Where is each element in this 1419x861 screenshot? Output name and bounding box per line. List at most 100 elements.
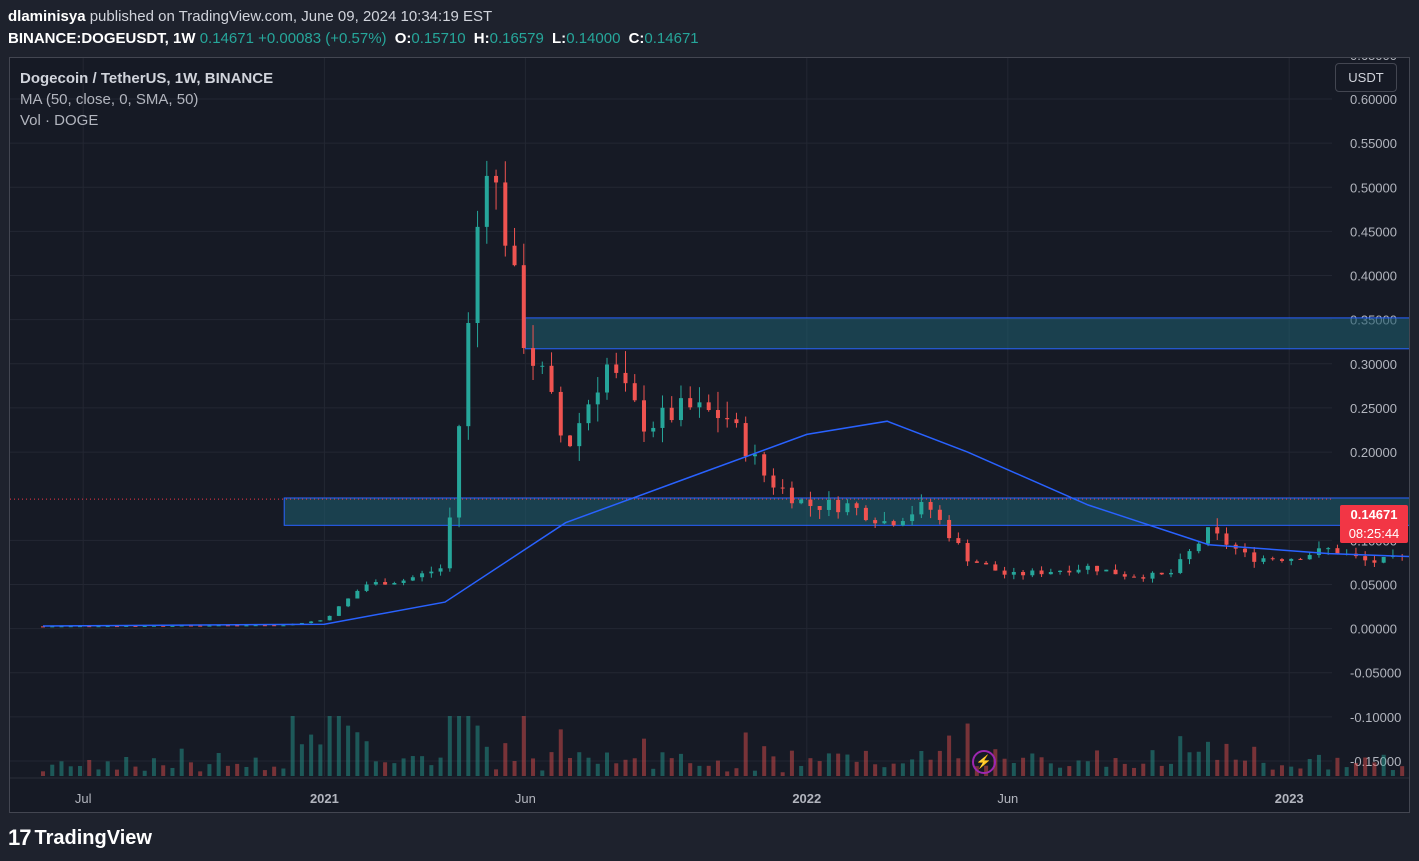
- volume-bar: [947, 735, 952, 776]
- volume-bar: [216, 753, 221, 776]
- candle-body: [595, 392, 600, 405]
- candle-body: [1169, 572, 1174, 575]
- volume-bar: [937, 750, 942, 776]
- candle-body: [725, 418, 730, 420]
- volume-bar: [1178, 736, 1183, 776]
- candle-body: [1141, 577, 1146, 579]
- candle-body: [558, 391, 563, 436]
- volume-bar: [900, 763, 905, 776]
- volume-bar: [780, 772, 785, 776]
- currency-button[interactable]: USDT: [1335, 63, 1397, 92]
- price-change: +0.00083 (+0.57%): [258, 30, 387, 47]
- volume-bar: [77, 765, 82, 776]
- volume-bar: [447, 716, 452, 776]
- volume-bar: [725, 771, 730, 776]
- price-chart[interactable]: 0.650000.600000.550000.500000.450000.400…: [10, 58, 1410, 813]
- legend-ma[interactable]: MA (50, close, 0, SMA, 50): [20, 89, 273, 110]
- publish-info: dlaminisya published on TradingView.com,…: [8, 8, 492, 25]
- volume-bar: [1400, 766, 1405, 776]
- candle-body: [1178, 559, 1183, 573]
- volume-bar: [438, 757, 443, 776]
- candle-body: [836, 499, 841, 513]
- volume-bar: [1169, 763, 1174, 776]
- lightning-icon[interactable]: ⚡: [972, 750, 996, 774]
- candle-body: [318, 620, 323, 622]
- candle-body: [780, 487, 785, 489]
- volume-bar: [1030, 753, 1035, 776]
- candle-body: [1298, 558, 1303, 560]
- volume-bar: [762, 746, 767, 776]
- y-tick-label: 0.00000: [1350, 622, 1397, 637]
- candle-body: [1113, 569, 1118, 575]
- volume-bar: [1011, 763, 1016, 776]
- volume-bar: [771, 756, 776, 776]
- legend-volume[interactable]: Vol · DOGE: [20, 110, 273, 131]
- volume-bar: [586, 757, 591, 776]
- volume-bar: [373, 761, 378, 776]
- candle-body: [531, 348, 536, 366]
- y-tick-label: -0.05000: [1350, 666, 1401, 681]
- volume-bar: [1344, 767, 1349, 776]
- y-tick-label: -0.10000: [1350, 710, 1401, 725]
- y-tick-label: 0.60000: [1350, 92, 1397, 107]
- volume-bar: [494, 769, 499, 776]
- volume-bar: [475, 725, 480, 776]
- x-tick-label: Jun: [515, 791, 536, 806]
- volume-bar: [1048, 763, 1053, 776]
- last-price: 0.14671: [199, 30, 254, 47]
- volume-bar: [623, 759, 628, 776]
- candle-body: [364, 584, 369, 591]
- chart-pane[interactable]: 0.650000.600000.550000.500000.450000.400…: [9, 57, 1410, 813]
- zone-resistance: [524, 317, 1409, 350]
- volume-bar: [151, 758, 156, 776]
- candle-body: [1095, 565, 1100, 572]
- candle-body: [641, 400, 646, 432]
- volume-bar: [1390, 770, 1395, 776]
- volume-bar: [1363, 757, 1368, 776]
- candle-body: [910, 514, 915, 522]
- volume-bar: [817, 761, 822, 776]
- volume-bar: [466, 716, 471, 776]
- publish-header: dlaminisya published on TradingView.com,…: [8, 0, 1408, 56]
- candle-body: [1224, 533, 1229, 545]
- volume-bar: [512, 761, 517, 776]
- volume-bar: [910, 759, 915, 776]
- volume-bar: [114, 769, 119, 776]
- volume-bar: [521, 716, 526, 776]
- candle-body: [1122, 574, 1127, 577]
- candle-body: [1261, 558, 1266, 562]
- volume-bar: [87, 759, 92, 776]
- volume-bar: [1233, 759, 1238, 776]
- volume-bar: [309, 734, 314, 776]
- candle-body: [688, 398, 693, 408]
- candle-body: [1132, 576, 1137, 578]
- volume-bar: [1067, 766, 1072, 776]
- y-tick-label: 0.20000: [1350, 445, 1397, 460]
- volume-bar: [799, 765, 804, 776]
- candle-body: [1104, 569, 1109, 572]
- volume-bar: [743, 732, 748, 776]
- legend-title[interactable]: Dogecoin / TetherUS, 1W, BINANCE: [20, 68, 273, 89]
- high-label: H:: [473, 30, 490, 47]
- volume-bar: [882, 767, 887, 776]
- volume-bar: [891, 763, 896, 776]
- candle-body: [262, 625, 267, 627]
- candle-body: [826, 499, 831, 510]
- candle-body: [799, 499, 804, 504]
- candle-body: [1205, 527, 1210, 544]
- volume-bar: [734, 768, 739, 776]
- publisher-name[interactable]: dlaminisya: [8, 8, 86, 25]
- volume-bar: [651, 768, 656, 776]
- volume-bar: [956, 758, 961, 776]
- candle-body: [947, 519, 952, 539]
- volume-bar: [420, 756, 425, 776]
- candle-body: [789, 487, 794, 504]
- volume-bar: [1279, 765, 1284, 776]
- volume-bar: [1150, 750, 1155, 776]
- volume-bar: [1076, 760, 1081, 776]
- candle-body: [401, 580, 406, 583]
- candle-body: [1307, 555, 1312, 560]
- candle-body: [1076, 569, 1081, 573]
- candle-body: [586, 404, 591, 424]
- volume-bar: [336, 716, 341, 776]
